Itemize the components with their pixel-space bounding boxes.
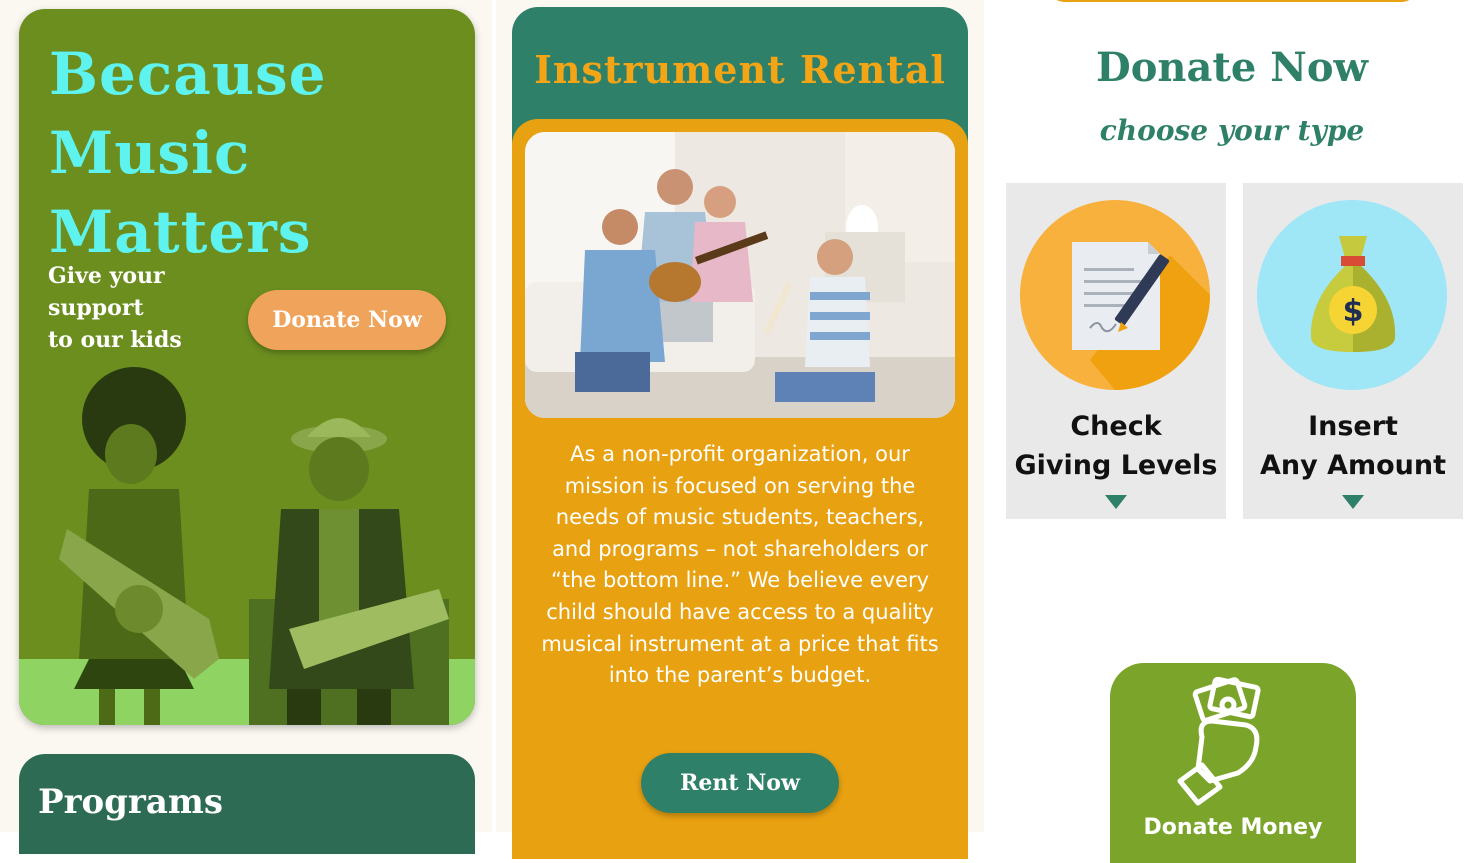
hero-title-line: Because [49, 40, 327, 108]
hero-card: Because Music Matters Give your support … [19, 9, 475, 725]
hero-subtitle-line: Give your [48, 263, 165, 289]
any-amount-line: Insert [1308, 411, 1398, 442]
rental-description: As a non-profit organization, our missio… [541, 442, 939, 688]
document-pen-icon [1020, 200, 1210, 390]
hero-title-line: Music [49, 119, 251, 187]
donate-money-label: Donate Money [1143, 815, 1323, 840]
donate-subtitle: choose your type [1099, 114, 1365, 147]
family-playing-music-photo [525, 132, 955, 418]
chevron-down-icon [1105, 495, 1127, 509]
donate-title: Donate Now [1096, 44, 1368, 91]
hero-subtitle-line: support [48, 295, 144, 321]
donate-money-card[interactable]: Donate Money [1110, 663, 1356, 863]
rental-content: As a non-profit organization, our missio… [512, 119, 968, 859]
programs-title: Programs [38, 782, 223, 822]
top-button-peek[interactable] [1050, 0, 1416, 2]
svg-text:$: $ [1343, 294, 1364, 329]
hero-donate-button[interactable]: Donate Now [248, 290, 446, 350]
programs-card[interactable]: Programs [19, 754, 475, 854]
instrument-rental-card: Instrument Rental As a non-profit organi… [512, 7, 968, 859]
rental-title: Instrument Rental [534, 47, 946, 92]
kids-with-guitars-photo [19, 359, 475, 725]
giving-levels-card[interactable]: Check Giving Levels [1006, 183, 1226, 519]
hero-title: Because Music Matters [49, 35, 389, 272]
giving-levels-line: Check [1070, 411, 1162, 442]
giving-levels-label: Check Giving Levels [1006, 407, 1226, 485]
money-bag-icon: $ [1257, 200, 1447, 390]
hero-subtitle: Give your support to our kids [48, 260, 248, 356]
chevron-down-icon [1342, 495, 1364, 509]
hand-cash-icon [1177, 677, 1261, 806]
giving-levels-line: Giving Levels [1014, 450, 1218, 481]
any-amount-line: Any Amount [1259, 450, 1447, 481]
hero-subtitle-line: to our kids [48, 327, 182, 353]
any-amount-label: Insert Any Amount [1243, 407, 1463, 485]
any-amount-card[interactable]: $ Insert Any Amount [1243, 183, 1463, 519]
rent-now-button[interactable]: Rent Now [641, 753, 839, 813]
